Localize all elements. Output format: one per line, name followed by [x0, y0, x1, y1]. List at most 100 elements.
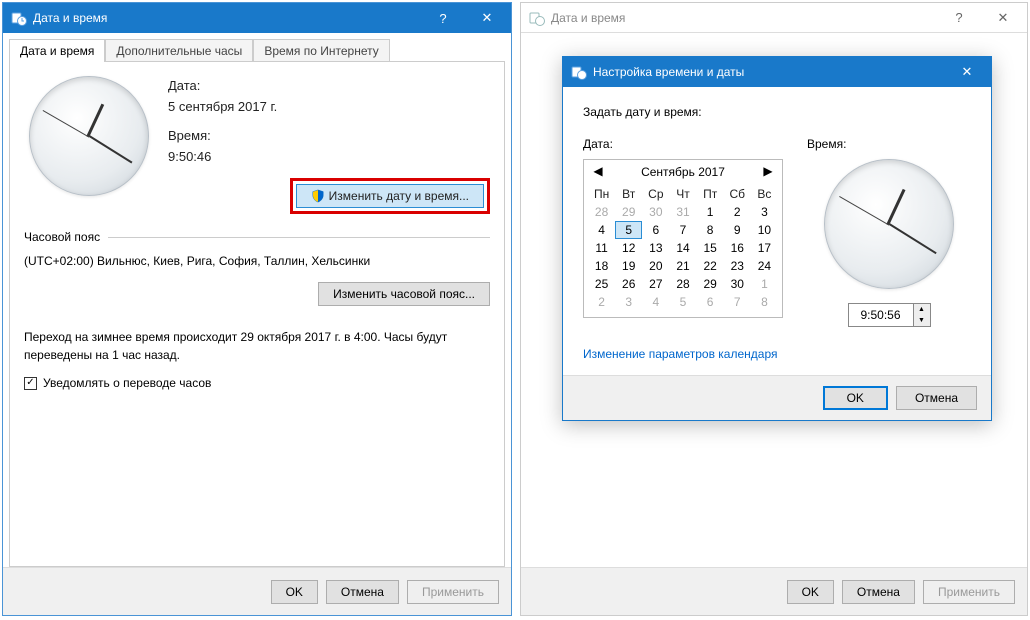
cal-day[interactable]: 4	[588, 221, 615, 239]
close-button[interactable]: ✕	[981, 3, 1025, 33]
change-timezone-button[interactable]: Изменить часовой пояс...	[318, 282, 490, 306]
cal-dow: Пн	[588, 185, 615, 203]
window-title: Дата и время	[33, 11, 421, 25]
spin-down-button[interactable]: ▼	[914, 315, 930, 326]
cal-day[interactable]: 6	[697, 293, 724, 311]
apply-button[interactable]: Применить	[407, 580, 499, 604]
cal-day[interactable]: 3	[751, 203, 778, 221]
date-value: 5 сентября 2017 г.	[168, 99, 490, 114]
cal-dow: Вс	[751, 185, 778, 203]
timezone-heading: Часовой пояс	[24, 230, 490, 244]
cal-day[interactable]: 12	[615, 239, 642, 257]
cal-day[interactable]: 18	[588, 257, 615, 275]
close-button[interactable]: ✕	[945, 57, 989, 87]
cal-day[interactable]: 31	[669, 203, 696, 221]
cal-dow: Сб	[724, 185, 751, 203]
time-label: Время:	[807, 137, 846, 151]
cal-day[interactable]: 11	[588, 239, 615, 257]
notify-checkbox-row[interactable]: ✓ Уведомлять о переводе часов	[24, 376, 490, 390]
cal-day[interactable]: 28	[669, 275, 696, 293]
ok-button[interactable]: OK	[787, 580, 834, 604]
cal-day[interactable]: 26	[615, 275, 642, 293]
help-button[interactable]: ?	[421, 3, 465, 33]
cancel-button[interactable]: Отмена	[896, 386, 977, 410]
cal-dow: Ср	[642, 185, 669, 203]
time-value: 9:50:46	[168, 149, 490, 164]
cal-day[interactable]: 17	[751, 239, 778, 257]
datetime-window-left: Дата и время ? ✕ Дата и время Дополнител…	[2, 2, 512, 616]
cal-day[interactable]: 29	[697, 275, 724, 293]
cal-day[interactable]: 3	[615, 293, 642, 311]
tab-additional-clocks[interactable]: Дополнительные часы	[105, 39, 253, 62]
cal-day[interactable]: 25	[588, 275, 615, 293]
checkbox-icon[interactable]: ✓	[24, 377, 37, 390]
cal-day[interactable]: 10	[751, 221, 778, 239]
cal-next-button[interactable]: ▶	[760, 164, 776, 179]
cal-day[interactable]: 20	[642, 257, 669, 275]
time-input[interactable]	[849, 304, 913, 326]
cancel-button[interactable]: Отмена	[326, 580, 399, 604]
cal-day[interactable]: 9	[724, 221, 751, 239]
cal-day[interactable]: 16	[724, 239, 751, 257]
cal-day[interactable]: 30	[724, 275, 751, 293]
cal-day[interactable]: 14	[669, 239, 696, 257]
change-datetime-button[interactable]: Изменить дату и время...	[296, 184, 484, 208]
clock-calendar-icon	[571, 64, 587, 80]
dialog-title: Настройка времени и даты	[593, 65, 945, 79]
cal-day[interactable]: 7	[669, 221, 696, 239]
apply-button[interactable]: Применить	[923, 580, 1015, 604]
cal-day[interactable]: 8	[697, 221, 724, 239]
cal-day[interactable]: 29	[615, 203, 642, 221]
tab-internet-time[interactable]: Время по Интернету	[253, 39, 389, 62]
cal-day[interactable]: 1	[751, 275, 778, 293]
cal-day[interactable]: 5	[615, 221, 642, 239]
cal-day[interactable]: 21	[669, 257, 696, 275]
titlebar-inactive[interactable]: Дата и время ? ✕	[521, 3, 1027, 33]
set-datetime-dialog: Настройка времени и даты ✕ Задать дату и…	[562, 56, 992, 421]
dialog-titlebar[interactable]: Настройка времени и даты ✕	[563, 57, 991, 87]
cal-dow: Вт	[615, 185, 642, 203]
cal-month-title[interactable]: Сентябрь 2017	[641, 165, 725, 179]
tab-strip: Дата и время Дополнительные часы Время п…	[3, 33, 511, 62]
cal-day[interactable]: 15	[697, 239, 724, 257]
date-label: Дата:	[168, 78, 490, 93]
time-label: Время:	[168, 128, 490, 143]
ok-button[interactable]: OK	[271, 580, 318, 604]
cal-day[interactable]: 7	[724, 293, 751, 311]
cal-day[interactable]: 13	[642, 239, 669, 257]
cal-day[interactable]: 23	[724, 257, 751, 275]
tab-datetime[interactable]: Дата и время	[9, 39, 105, 62]
dst-info: Переход на зимнее время происходит 29 ок…	[24, 328, 490, 364]
timezone-value: (UTC+02:00) Вильнюс, Киев, Рига, София, …	[24, 254, 490, 268]
cal-day[interactable]: 6	[642, 221, 669, 239]
notify-label: Уведомлять о переводе часов	[43, 376, 211, 390]
cal-day[interactable]: 2	[588, 293, 615, 311]
time-spinner[interactable]: ▲ ▼	[848, 303, 931, 327]
titlebar[interactable]: Дата и время ? ✕	[3, 3, 511, 33]
window-title: Дата и время	[551, 11, 937, 25]
ok-button[interactable]: OK	[823, 386, 888, 410]
analog-clock	[824, 159, 954, 289]
cal-day[interactable]: 27	[642, 275, 669, 293]
cal-prev-button[interactable]: ◀	[590, 164, 606, 179]
cal-day[interactable]: 19	[615, 257, 642, 275]
cal-day[interactable]: 30	[642, 203, 669, 221]
cal-day[interactable]: 2	[724, 203, 751, 221]
cal-day[interactable]: 5	[669, 293, 696, 311]
cal-day[interactable]: 1	[697, 203, 724, 221]
cal-day[interactable]: 24	[751, 257, 778, 275]
calendar: ◀ Сентябрь 2017 ▶ ПнВтСрЧтПтСбВс28293031…	[583, 159, 783, 318]
clock-calendar-icon	[11, 10, 27, 26]
cancel-button[interactable]: Отмена	[842, 580, 915, 604]
close-button[interactable]: ✕	[465, 3, 509, 33]
calendar-settings-link[interactable]: Изменение параметров календаря	[583, 347, 778, 361]
spin-up-button[interactable]: ▲	[914, 304, 930, 315]
cal-day[interactable]: 4	[642, 293, 669, 311]
cal-dow: Чт	[669, 185, 696, 203]
cal-day[interactable]: 28	[588, 203, 615, 221]
cal-day[interactable]: 8	[751, 293, 778, 311]
dialog-footer: OK Отмена Применить	[521, 567, 1027, 615]
help-button[interactable]: ?	[937, 3, 981, 33]
highlight-box: Изменить дату и время...	[290, 178, 490, 214]
cal-day[interactable]: 22	[697, 257, 724, 275]
